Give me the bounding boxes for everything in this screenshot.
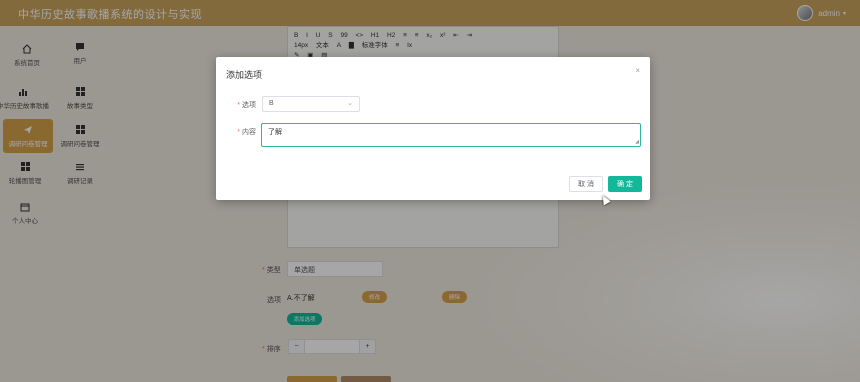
close-icon[interactable]: × [635,66,640,75]
content-textarea-value: 了解 [268,129,282,136]
option-select-value: B [269,100,274,107]
content-field-label: * 内容 [237,129,256,136]
add-option-dialog: 添加选项 × * 选项 B ⌄ * 内容 了解 ◢ 取 消 确 定 [216,57,650,200]
option-field-label: * 选项 [237,102,256,109]
chevron-down-icon: ⌄ [347,100,353,107]
resize-handle-icon[interactable]: ◢ [635,139,639,145]
dialog-title: 添加选项 [226,70,263,80]
option-select[interactable]: B ⌄ [262,96,360,112]
confirm-button[interactable]: 确 定 [608,176,642,192]
content-textarea[interactable]: 了解 ◢ [261,123,641,147]
cancel-button[interactable]: 取 消 [569,176,603,192]
